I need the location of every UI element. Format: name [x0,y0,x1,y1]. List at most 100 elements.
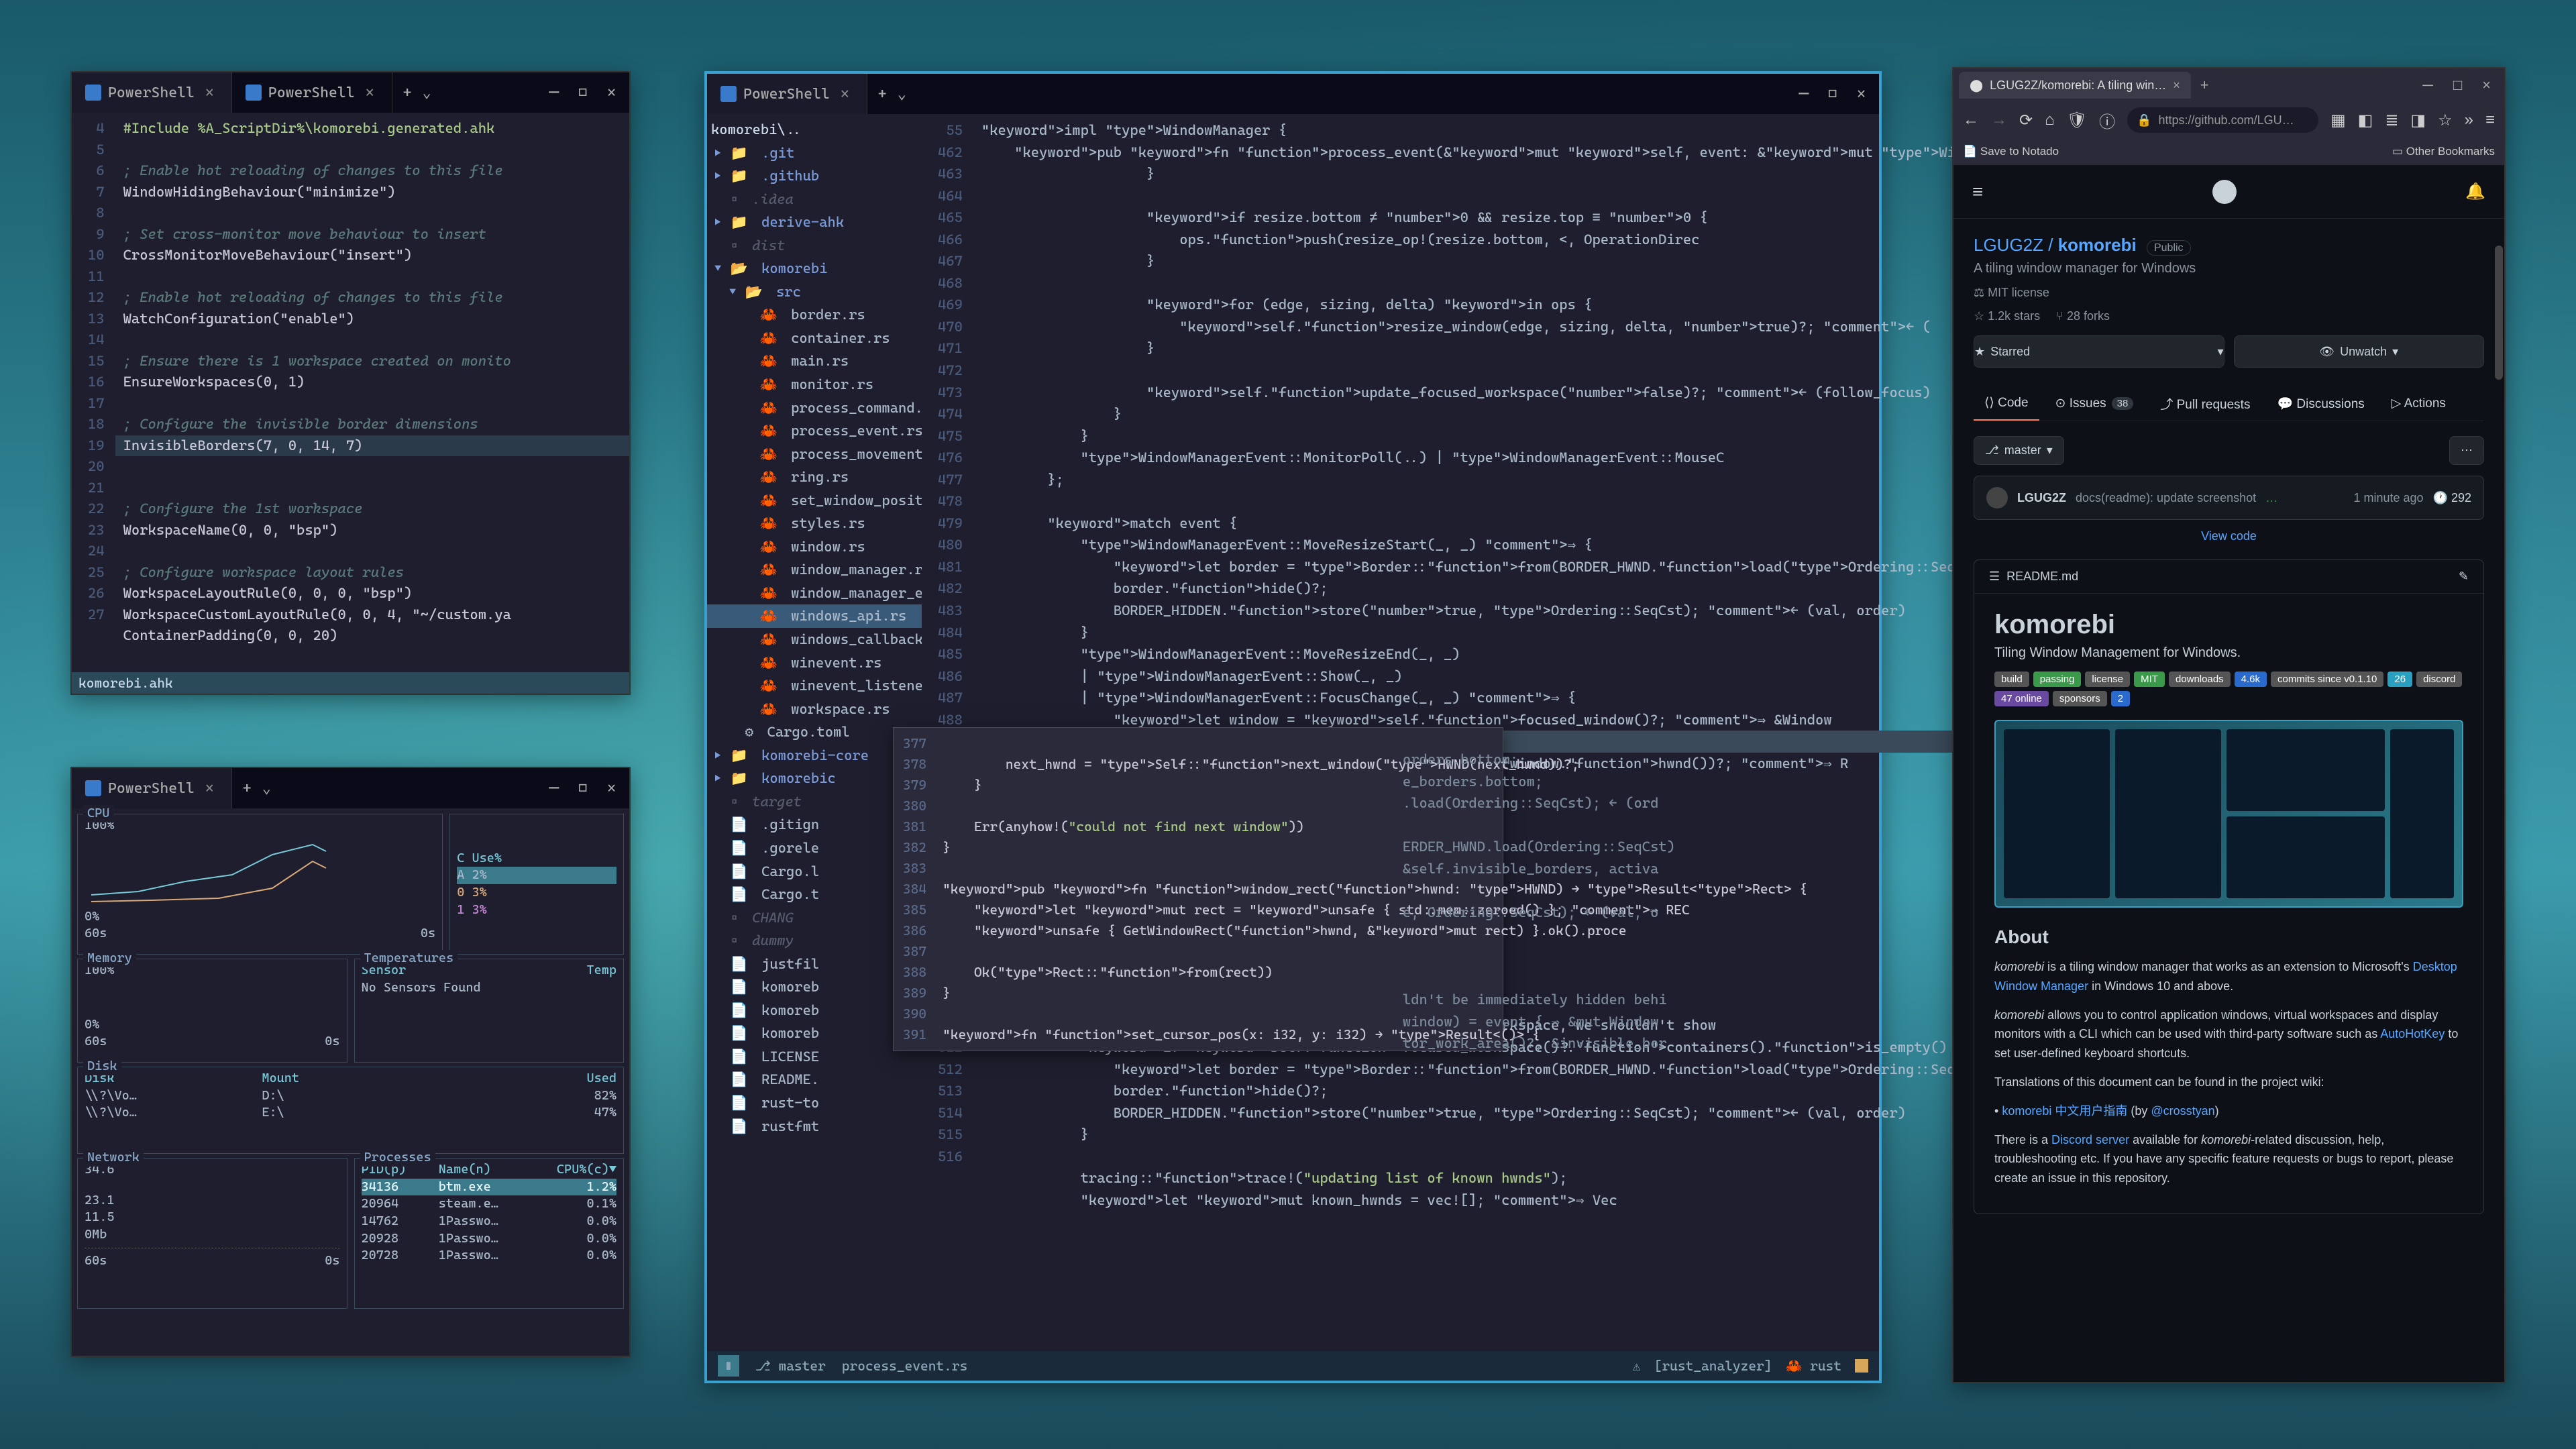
new-tab-button[interactable]: + [2191,76,2218,94]
readme-badge[interactable]: 26 [2387,672,2412,687]
starred-button[interactable]: ★ Starred ▾ [1974,335,2224,368]
more-button[interactable]: ⋯ [2449,436,2484,465]
repo-tab-issues[interactable]: ⊙ Issues 38 [2045,386,2145,421]
breadcrumb[interactable]: komorebi\.. [707,118,922,142]
tree-item[interactable]: ▫ CHANG [707,906,922,930]
tree-item[interactable]: 📄 komoreb [707,1022,922,1045]
url-bar[interactable]: 🔒 https://github.com/LGU… [2127,107,2318,133]
hamburger-icon[interactable]: ≡ [1972,181,1983,203]
extension-icon[interactable]: ▦ [2330,111,2346,130]
page-content[interactable]: ≡ 🔔 LGUG2Z / komorebi Public A tiling wi… [1953,165,2504,1382]
info-icon[interactable]: ⓘ [2099,109,2115,132]
extension-icon[interactable]: ◧ [2358,111,2373,130]
tab-powershell-2[interactable]: PowerShell × [232,72,392,113]
maximize-button[interactable]: □ [578,85,587,101]
shield-icon[interactable]: 🛡 [2067,111,2087,130]
maximize-button[interactable]: □ [1828,86,1837,103]
readme-badge[interactable]: downloads [2169,672,2231,687]
tree-item[interactable]: 🦀 window_manager.rs [707,558,922,582]
home-icon[interactable]: ⌂ [2045,111,2055,129]
back-icon[interactable]: ← [1963,111,1979,129]
code-content[interactable]: #Include %A_ScriptDir%\komorebi.generate… [115,113,629,672]
tree-item[interactable]: 🦀 process_event.rs [707,419,922,443]
tree-item[interactable]: ▾ 📂 komorebi [707,257,922,280]
close-icon[interactable]: × [201,780,218,797]
tree-item[interactable]: 🦀 ring.rs [707,466,922,489]
latest-commit[interactable]: LGUG2Z docs(readme): update screenshot …… [1974,476,2484,520]
btm-monitor[interactable]: CPU 100% 0% 60s 0s [72,808,629,1356]
readme-badge[interactable]: MIT [2134,672,2165,687]
close-icon[interactable]: × [2173,78,2180,93]
minimize-button[interactable]: ─ [549,85,558,101]
tree-item[interactable]: 📄 README. [707,1068,922,1091]
tree-item[interactable]: 📄 .gorele [707,837,922,860]
tree-item[interactable]: 🦀 container.rs [707,327,922,350]
disk-panel[interactable]: Disk DiskMountUsed\\?\Vo…D:\82%\\?\Vo…E:… [77,1067,624,1154]
tree-item[interactable]: 📄 Cargo.l [707,860,922,883]
tree-item[interactable]: 🦀 set_window_position. [707,489,922,513]
network-panel[interactable]: Network 34.6 23.1 11.5 0Mb 60s 0s [77,1158,347,1309]
tree-item[interactable]: 📄 .gitign [707,813,922,837]
other-bookmarks[interactable]: ▭ Other Bookmarks [2392,145,2495,158]
close-icon[interactable]: × [837,86,853,103]
tab-powershell[interactable]: PowerShell × [72,768,232,808]
stars-count[interactable]: ☆ 1.2k stars [1974,309,2040,323]
close-button[interactable]: × [1857,86,1866,103]
list-icon[interactable]: ☰ [1989,570,2000,584]
commit-user[interactable]: LGUG2Z [2017,491,2066,505]
minimize-button[interactable]: ─ [1799,86,1808,103]
close-button[interactable]: × [607,780,616,797]
license-link[interactable]: ⚖ MIT license [1974,286,2049,300]
tree-item[interactable]: 📄 justfil [707,953,922,976]
tree-item[interactable]: 🦀 styles.rs [707,512,922,535]
readme-badge[interactable]: build [1994,672,2029,687]
tree-item[interactable]: ▸ 📁 .git [707,142,922,165]
tree-item[interactable]: ▫ dummy [707,929,922,953]
close-button[interactable]: × [607,85,616,101]
tree-item[interactable]: ▫ dist [707,234,922,258]
file-tree[interactable]: komorebi\.. ▸ 📁 .git▸ 📁 .github ▫ .idea▸… [707,114,922,1351]
maximize-button[interactable]: □ [2453,76,2462,94]
warning-icon[interactable]: ⚠ [1633,1358,1641,1374]
tab-powershell[interactable]: PowerShell × [707,74,867,114]
ahk-link[interactable]: AutoHotKey [2380,1027,2445,1040]
readme-badge[interactable]: license [2085,672,2130,687]
memory-panel[interactable]: Memory 100% 0% 60s 0s [77,959,347,1063]
close-icon[interactable]: × [201,85,218,101]
reader-icon[interactable]: ≣ [2385,111,2398,130]
tree-item[interactable]: 🦀 window.rs [707,535,922,559]
tree-item[interactable]: 🦀 workspace.rs [707,698,922,721]
forks-count[interactable]: ⑂ 28 forks [2056,309,2110,323]
notification-icon[interactable]: 🔔 [2465,182,2485,201]
tree-item[interactable]: 📄 komoreb [707,975,922,999]
tree-item[interactable]: ▸ 📁 komorebic [707,767,922,790]
wiki-link[interactable]: komorebi 中文用户指南 [2002,1104,2127,1118]
tab-powershell-1[interactable]: PowerShell × [72,72,232,113]
cpu-legend-panel[interactable]: C Use% A 2% 0 3% 1 3% [449,814,624,955]
rust-analyzer-status[interactable]: [rust_analyzer] [1654,1358,1772,1374]
repo-tab-code[interactable]: ⟨⟩ Code [1974,386,2039,421]
edit-icon[interactable]: ✎ [2459,570,2469,584]
tree-item[interactable]: 🦀 main.rs [707,350,922,373]
browser-tab[interactable]: ⬤ LGUG2Z/komorebi: A tiling win… × [1959,72,2191,99]
close-button[interactable]: × [2482,76,2491,94]
bookmark-item[interactable]: 📄 Save to Notado [1963,145,2059,158]
branch-selector[interactable]: ⎇ master ▾ [1974,436,2064,465]
tree-item[interactable]: ▾ 📂 src [707,280,922,304]
chevrons-icon[interactable]: » [2465,111,2473,129]
tree-item[interactable]: 🦀 window_manager_event [707,582,922,605]
new-tab-button[interactable]: + [392,85,423,101]
temperature-panel[interactable]: Temperatures Sensor Temp No Sensors Foun… [354,959,625,1063]
readme-badge[interactable]: 4.6k [2235,672,2267,687]
git-branch[interactable]: ⎇ master [755,1358,826,1374]
tab-menu-icon[interactable]: ⌄ [898,86,906,103]
unwatch-button[interactable]: 👁 Unwatch ▾ [2234,335,2485,368]
tree-item[interactable]: 📄 komoreb [707,999,922,1022]
tree-item[interactable]: 🦀 monitor.rs [707,373,922,396]
tree-item[interactable]: ▫ target [707,790,922,814]
tree-item[interactable]: 🦀 process_command.rs [707,396,922,420]
tree-item[interactable]: ▸ 📁 komorebi-core [707,744,922,767]
tree-item[interactable]: 🦀 border.rs [707,303,922,327]
repo-tab-actions[interactable]: ▷ Actions [2381,386,2457,421]
close-icon[interactable]: × [362,85,378,101]
